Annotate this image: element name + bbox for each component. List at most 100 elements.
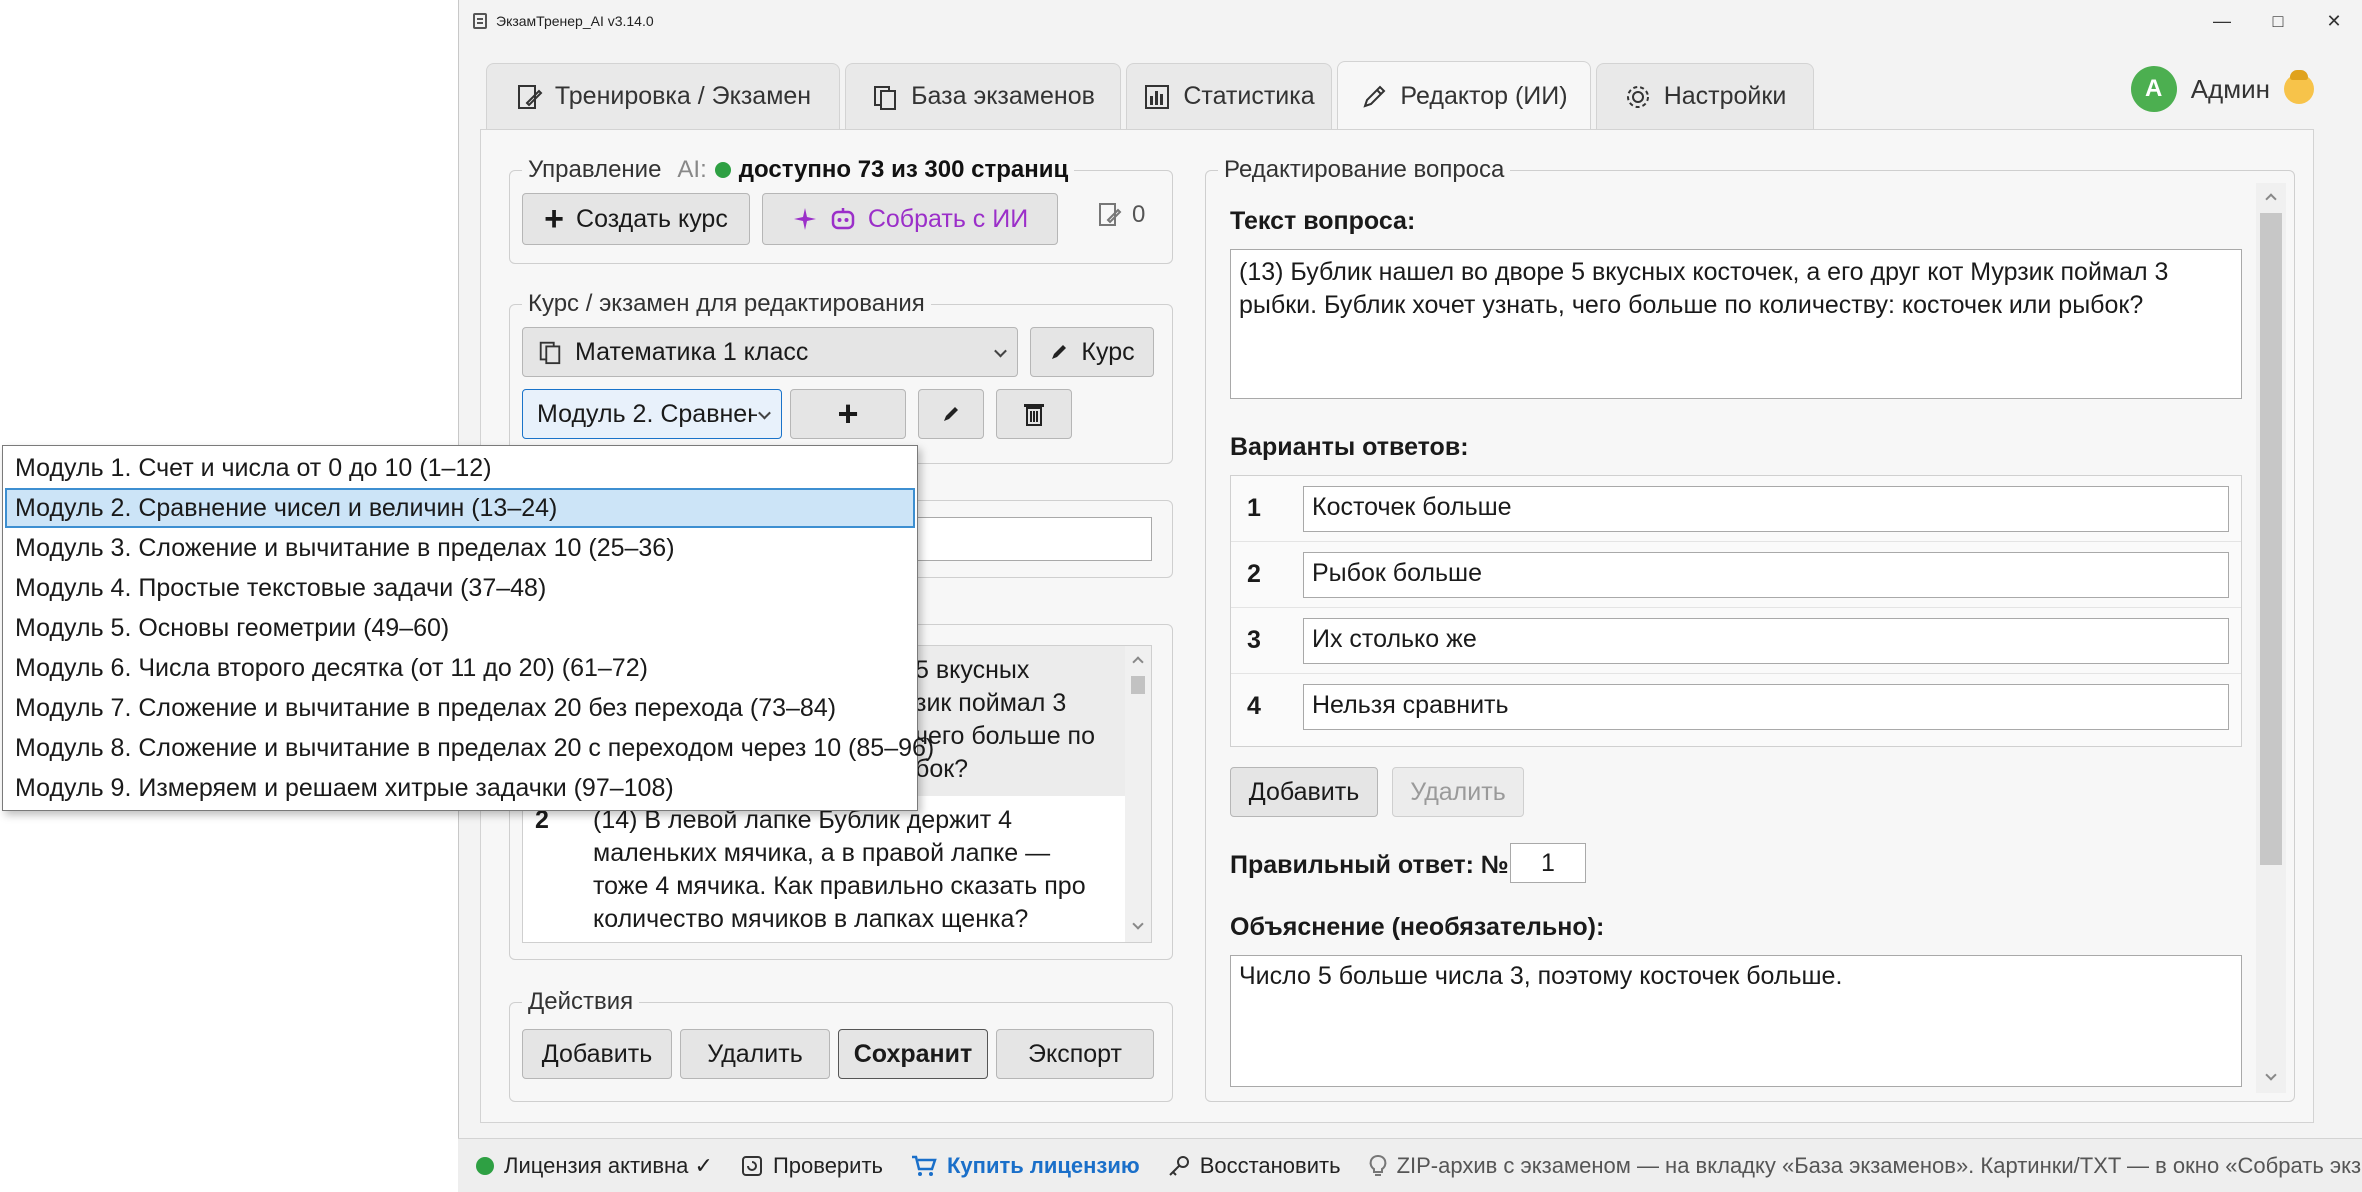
tab-label: Настройки [1663, 82, 1787, 110]
course-select-value: Математика 1 класс [575, 337, 809, 366]
module-option[interactable]: Модуль 3. Сложение и вычитание в предела… [5, 528, 915, 568]
check-license-label: Проверить [772, 1152, 883, 1178]
edit-module-button[interactable] [918, 389, 984, 439]
actions-title: Действия [522, 988, 640, 1016]
answer-input[interactable]: Нельзя сравнить [1303, 684, 2229, 730]
question-line: количество мячиков в лапках щенка? [593, 905, 1029, 933]
question-list-scrollbar[interactable] [1125, 646, 1151, 942]
question-line: маленьких мячика, а в правой лапке — [593, 839, 1051, 867]
chevron-down-icon [994, 344, 1007, 358]
add-module-button[interactable]: + [790, 389, 906, 439]
tab-statistics[interactable]: Статистика [1126, 63, 1332, 129]
restore-button[interactable]: Восстановить [1154, 1146, 1355, 1186]
answer-number: 3 [1247, 626, 1261, 654]
question-text-field[interactable]: (13) Бублик нашел во дворе 5 вкусных кос… [1230, 249, 2242, 399]
question-line: чего больше по [915, 722, 1095, 750]
gear-icon [1626, 85, 1649, 108]
check-license-button[interactable]: Проверить [727, 1146, 897, 1186]
question-editor-group: Редактирование вопроса Текст вопроса: (1… [1205, 156, 2295, 1102]
minimize-button[interactable]: — [2194, 0, 2250, 42]
user-info[interactable]: A Админ [2130, 66, 2314, 112]
chevron-down-icon [758, 406, 771, 420]
answer-number: 2 [1247, 560, 1261, 588]
module-option[interactable]: Модуль 8. Сложение и вычитание в предела… [5, 728, 934, 768]
tab-label: Статистика [1183, 82, 1315, 110]
course-edit-button[interactable]: Курс [1030, 327, 1154, 377]
scroll-down-icon[interactable] [2265, 1069, 2277, 1081]
delete-question-button[interactable]: Удалить [680, 1029, 830, 1079]
export-button[interactable]: Экспорт [996, 1029, 1154, 1079]
maximize-button[interactable]: □ [2250, 0, 2306, 42]
question-text: 5 вкусных зик поймал 3 чего больше по бо… [915, 654, 1095, 786]
user-name: Админ [2190, 73, 2270, 104]
correct-answer-label: Правильный ответ: № [1230, 851, 1509, 879]
tab-exam-base[interactable]: База экзаменов [845, 63, 1121, 129]
add-answer-button[interactable]: Добавить [1230, 767, 1378, 817]
answer-input[interactable]: Их столько же [1303, 618, 2229, 664]
explanation-field[interactable]: Число 5 больше числа 3, поэтому косточек… [1230, 955, 2242, 1087]
answers-box: 1 Косточек больше 2 Рыбок больше 3 Их ст… [1230, 475, 2242, 747]
window-controls: — □ ✕ [2194, 0, 2362, 42]
module-option[interactable]: Модуль 9. Измеряем и решаем хитрые задач… [5, 768, 915, 808]
cart-icon [912, 1155, 937, 1176]
scrollbar-thumb[interactable] [1131, 676, 1145, 694]
user-emoji-icon [2284, 70, 2314, 104]
answer-number: 1 [1247, 494, 1261, 522]
editor-scrollbar[interactable] [2256, 183, 2286, 1093]
question-line: бок? [915, 755, 969, 783]
question-line: тоже 4 мячика. Как правильно сказать про [593, 872, 1086, 900]
document-count: 0 [1132, 201, 1146, 228]
plus-icon: + [837, 393, 859, 434]
question-line: зик поймал 3 [915, 689, 1067, 717]
module-option[interactable]: Модуль 5. Основы геометрии (49–60) [5, 608, 915, 648]
management-title: Управление AI: доступно 73 из 300 страни… [522, 156, 1075, 184]
delete-answer-button[interactable]: Удалить [1392, 767, 1524, 817]
scrollbar-thumb[interactable] [2260, 213, 2282, 865]
delete-module-button[interactable] [996, 389, 1072, 439]
answer-input[interactable]: Косточек больше [1303, 486, 2229, 532]
refresh-icon [741, 1155, 762, 1176]
module-option[interactable]: Модуль 4. Простые текстовые задачи (37–4… [5, 568, 915, 608]
scroll-up-icon[interactable] [2265, 193, 2277, 205]
build-with-ai-button[interactable]: Собрать с ИИ [762, 193, 1058, 245]
app-icon [473, 13, 487, 29]
course-button-label: Курс [1081, 337, 1135, 366]
module-option-selected[interactable]: Модуль 2. Сравнение чисел и величин (13–… [5, 488, 915, 528]
tab-settings[interactable]: Настройки [1596, 63, 1814, 129]
ai-status: доступно 73 из 300 страниц [738, 156, 1069, 183]
correct-answer-field[interactable]: 1 [1510, 843, 1586, 883]
question-line: 5 вкусных [915, 656, 1030, 684]
pen-icon [944, 407, 958, 421]
hint-label: ZIP-архив с экзаменом — на вкладку «База… [1396, 1152, 2362, 1178]
module-option[interactable]: Модуль 7. Сложение и вычитание в предела… [5, 688, 915, 728]
trash-icon [1024, 404, 1044, 426]
module-select-value: Модуль 2. Сравнение чисел и [537, 399, 757, 428]
explanation-label: Объяснение (необязательно): [1230, 913, 1605, 941]
tab-editor[interactable]: Редактор (ИИ) [1337, 61, 1591, 131]
answer-row: 2 Рыбок больше [1231, 542, 2241, 608]
answers-label: Варианты ответов: [1230, 433, 1469, 461]
pencil-doc-icon [517, 84, 543, 109]
create-course-button[interactable]: + Создать курс [522, 193, 750, 245]
answer-input[interactable]: Рыбок больше [1303, 552, 2229, 598]
tab-training[interactable]: Тренировка / Экзамен [486, 63, 840, 129]
license-status-dot [476, 1156, 494, 1175]
license-status-text: Лицензия активна ✓ [504, 1152, 713, 1178]
sparkle-icon [793, 208, 816, 230]
module-option[interactable]: Модуль 6. Числа второго десятка (от 11 д… [5, 648, 915, 688]
list-item[interactable]: 2 (14) В левой лапке Бублик держит 4 мал… [523, 796, 1125, 942]
scroll-up-icon[interactable] [1132, 656, 1144, 668]
module-select[interactable]: Модуль 2. Сравнение чисел и [522, 389, 782, 439]
add-question-button[interactable]: Добавить [522, 1029, 672, 1079]
pencil-icon [1363, 85, 1386, 108]
course-select[interactable]: Математика 1 класс [522, 327, 1018, 377]
tab-label: Редактор (ИИ) [1400, 82, 1568, 110]
close-button[interactable]: ✕ [2306, 0, 2362, 42]
save-button[interactable]: Сохранит [838, 1029, 988, 1079]
ai-status-dot [714, 162, 731, 178]
actions-group: Действия Добавить Удалить Сохранит Экспо… [509, 988, 1173, 1102]
buy-license-button[interactable]: Купить лицензию [897, 1146, 1154, 1186]
restore-label: Восстановить [1199, 1152, 1341, 1178]
module-option[interactable]: Модуль 1. Счет и числа от 0 до 10 (1–12) [5, 448, 915, 488]
scroll-down-icon[interactable] [1132, 918, 1144, 930]
